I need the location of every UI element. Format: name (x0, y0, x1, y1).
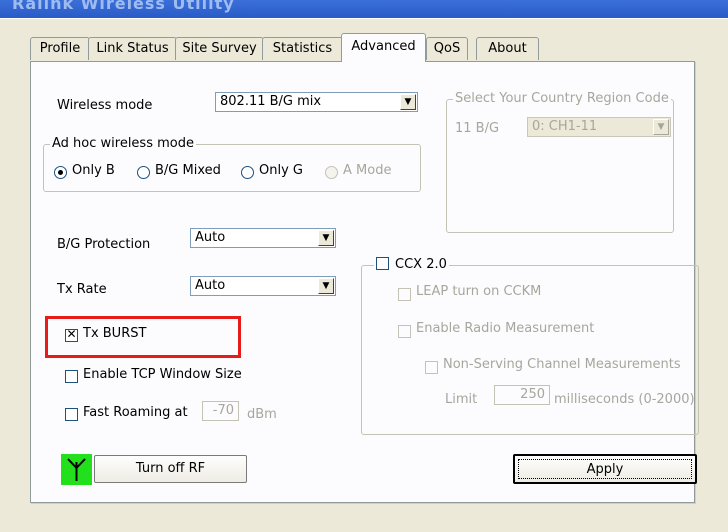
advanced-panel: Wireless mode 802.11 B/G mix ▼ Ad hoc wi… (30, 61, 699, 503)
chevron-down-icon[interactable]: ▼ (653, 119, 669, 135)
ccx-group: CCX 2.0 LEAP turn on CCKM Enable Radio M… (361, 257, 699, 435)
adhoc-only-g-label: Only G (259, 163, 303, 178)
chevron-down-icon[interactable]: ▼ (318, 230, 334, 246)
limit-unit: milliseconds (0-2000) (554, 392, 695, 407)
tab-advanced[interactable]: Advanced (341, 33, 426, 62)
tcp-window-checkbox[interactable] (65, 370, 78, 383)
tab-about[interactable]: About (476, 37, 539, 60)
country-region-value: 0: CH1-11 (532, 119, 598, 134)
adhoc-a-mode-radio[interactable] (325, 166, 338, 179)
title-bar: Ralink Wireless Utility (0, 0, 728, 18)
non-serving-label: Non-Serving Channel Measurements (443, 357, 681, 372)
leap-cckm-checkbox[interactable] (398, 288, 411, 301)
limit-label: Limit (445, 392, 478, 407)
turn-off-rf-button[interactable]: Turn off RF (94, 455, 247, 483)
adhoc-group: Ad hoc wireless mode Only B B/G Mixed On… (43, 136, 421, 192)
adhoc-legend: Ad hoc wireless mode (50, 136, 196, 151)
tab-statistics[interactable]: Statistics (262, 37, 343, 60)
ccx-checkbox[interactable] (376, 257, 389, 270)
window-title: Ralink Wireless Utility (12, 0, 235, 13)
fast-roaming-unit: dBm (247, 407, 277, 422)
country-region-select[interactable]: 0: CH1-11 ▼ (527, 117, 671, 137)
leap-cckm-label: LEAP turn on CCKM (416, 284, 542, 299)
wireless-mode-value: 802.11 B/G mix (220, 94, 322, 109)
tx-rate-select[interactable]: Auto ▼ (190, 276, 336, 296)
chevron-down-icon[interactable]: ▼ (400, 94, 416, 110)
adhoc-bg-mixed-radio[interactable] (137, 166, 150, 179)
check-mark-icon: ✕ (66, 327, 77, 341)
country-region-group: Select Your Country Region Code 11 B/G 0… (446, 91, 674, 233)
adhoc-a-mode-label: A Mode (343, 163, 392, 178)
non-serving-checkbox[interactable] (425, 361, 438, 374)
adhoc-only-b-radio[interactable] (54, 166, 67, 179)
adhoc-bg-mixed-label: B/G Mixed (155, 163, 221, 178)
antenna-icon (67, 458, 86, 481)
country-region-legend: Select Your Country Region Code (453, 91, 671, 106)
tab-site-survey[interactable]: Site Survey (175, 37, 264, 60)
tx-rate-label: Tx Rate (57, 282, 107, 297)
tx-burst-label: Tx BURST (83, 326, 147, 341)
dialog-frame: Profile Link Status Site Survey Statisti… (0, 18, 728, 532)
tx-rate-value: Auto (195, 278, 226, 293)
wireless-mode-select[interactable]: 802.11 B/G mix ▼ (215, 92, 418, 112)
fast-roaming-input[interactable]: -70 (202, 401, 239, 421)
adhoc-only-b-label: Only B (72, 163, 115, 178)
radio-measurement-checkbox[interactable] (398, 325, 411, 338)
bg-protection-value: Auto (195, 230, 226, 245)
tab-qos[interactable]: QoS (426, 37, 468, 60)
fast-roaming-label: Fast Roaming at (83, 405, 188, 420)
wireless-mode-label: Wireless mode (57, 98, 153, 113)
limit-input[interactable]: 250 (494, 385, 550, 405)
tcp-window-label: Enable TCP Window Size (83, 367, 242, 382)
rf-status-icon (61, 454, 92, 485)
fast-roaming-checkbox[interactable] (65, 408, 78, 421)
ccx-legend: CCX 2.0 (374, 257, 449, 272)
radio-measurement-label: Enable Radio Measurement (416, 321, 595, 336)
bg-protection-select[interactable]: Auto ▼ (190, 228, 336, 248)
tx-burst-checkbox[interactable]: ✕ (65, 327, 78, 342)
apply-button[interactable]: Apply (513, 454, 697, 484)
tab-link-status[interactable]: Link Status (88, 37, 177, 60)
ccx-label: CCX 2.0 (395, 257, 447, 272)
chevron-down-icon[interactable]: ▼ (318, 278, 334, 294)
tab-profile[interactable]: Profile (30, 37, 90, 60)
country-band-label: 11 B/G (455, 121, 500, 136)
bg-protection-label: B/G Protection (57, 237, 151, 252)
adhoc-only-g-radio[interactable] (241, 166, 254, 179)
